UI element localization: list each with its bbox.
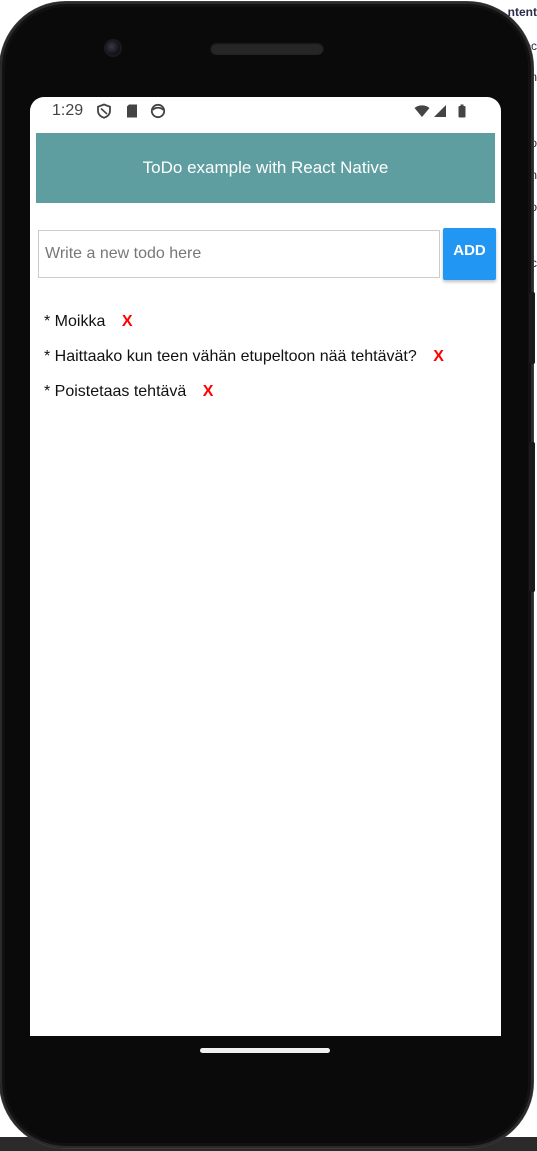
new-todo-row: ADD	[38, 228, 496, 280]
face-icon	[150, 103, 166, 119]
phone-frame: 1:29 ToDo example with React Native Writ…	[0, 2, 535, 1148]
earpiece-speaker	[210, 42, 324, 55]
front-camera	[106, 41, 120, 55]
status-time: 1:29	[52, 102, 84, 119]
app-screen: 1:29 ToDo example with React Native Writ…	[30, 97, 501, 1036]
todo-text: * Poistetaas tehtävä	[44, 383, 187, 400]
background-text-1: ntent	[507, 5, 537, 19]
sd-card-icon	[127, 104, 137, 118]
todo-item: * Moikka X	[44, 313, 494, 348]
todo-text: * Haittaako kun teen vähän etupeltoon nä…	[44, 348, 417, 365]
signal-icon	[434, 105, 446, 117]
wifi-icon	[414, 105, 430, 117]
todo-item: * Haittaako kun teen vähän etupeltoon nä…	[44, 348, 494, 383]
delete-todo-button[interactable]: X	[122, 313, 133, 330]
todo-item: * Poistetaas tehtävä X	[44, 383, 494, 418]
battery-icon	[458, 104, 466, 118]
header-title: ToDo example with React Native	[142, 158, 389, 177]
status-bar: 1:29	[30, 97, 501, 127]
volume-button	[529, 442, 535, 592]
app-header: ToDo example with React Native	[36, 133, 495, 203]
delete-todo-button[interactable]: X	[433, 348, 444, 365]
todo-list: * Moikka X * Haittaako kun teen vähän et…	[44, 313, 494, 418]
todo-text: * Moikka	[44, 313, 106, 330]
shield-icon	[97, 103, 111, 119]
new-todo-input[interactable]	[38, 230, 440, 278]
add-button[interactable]: ADD	[443, 228, 496, 280]
delete-todo-button[interactable]: X	[203, 383, 214, 400]
home-gesture-bar[interactable]	[200, 1048, 330, 1053]
power-button	[529, 292, 535, 364]
